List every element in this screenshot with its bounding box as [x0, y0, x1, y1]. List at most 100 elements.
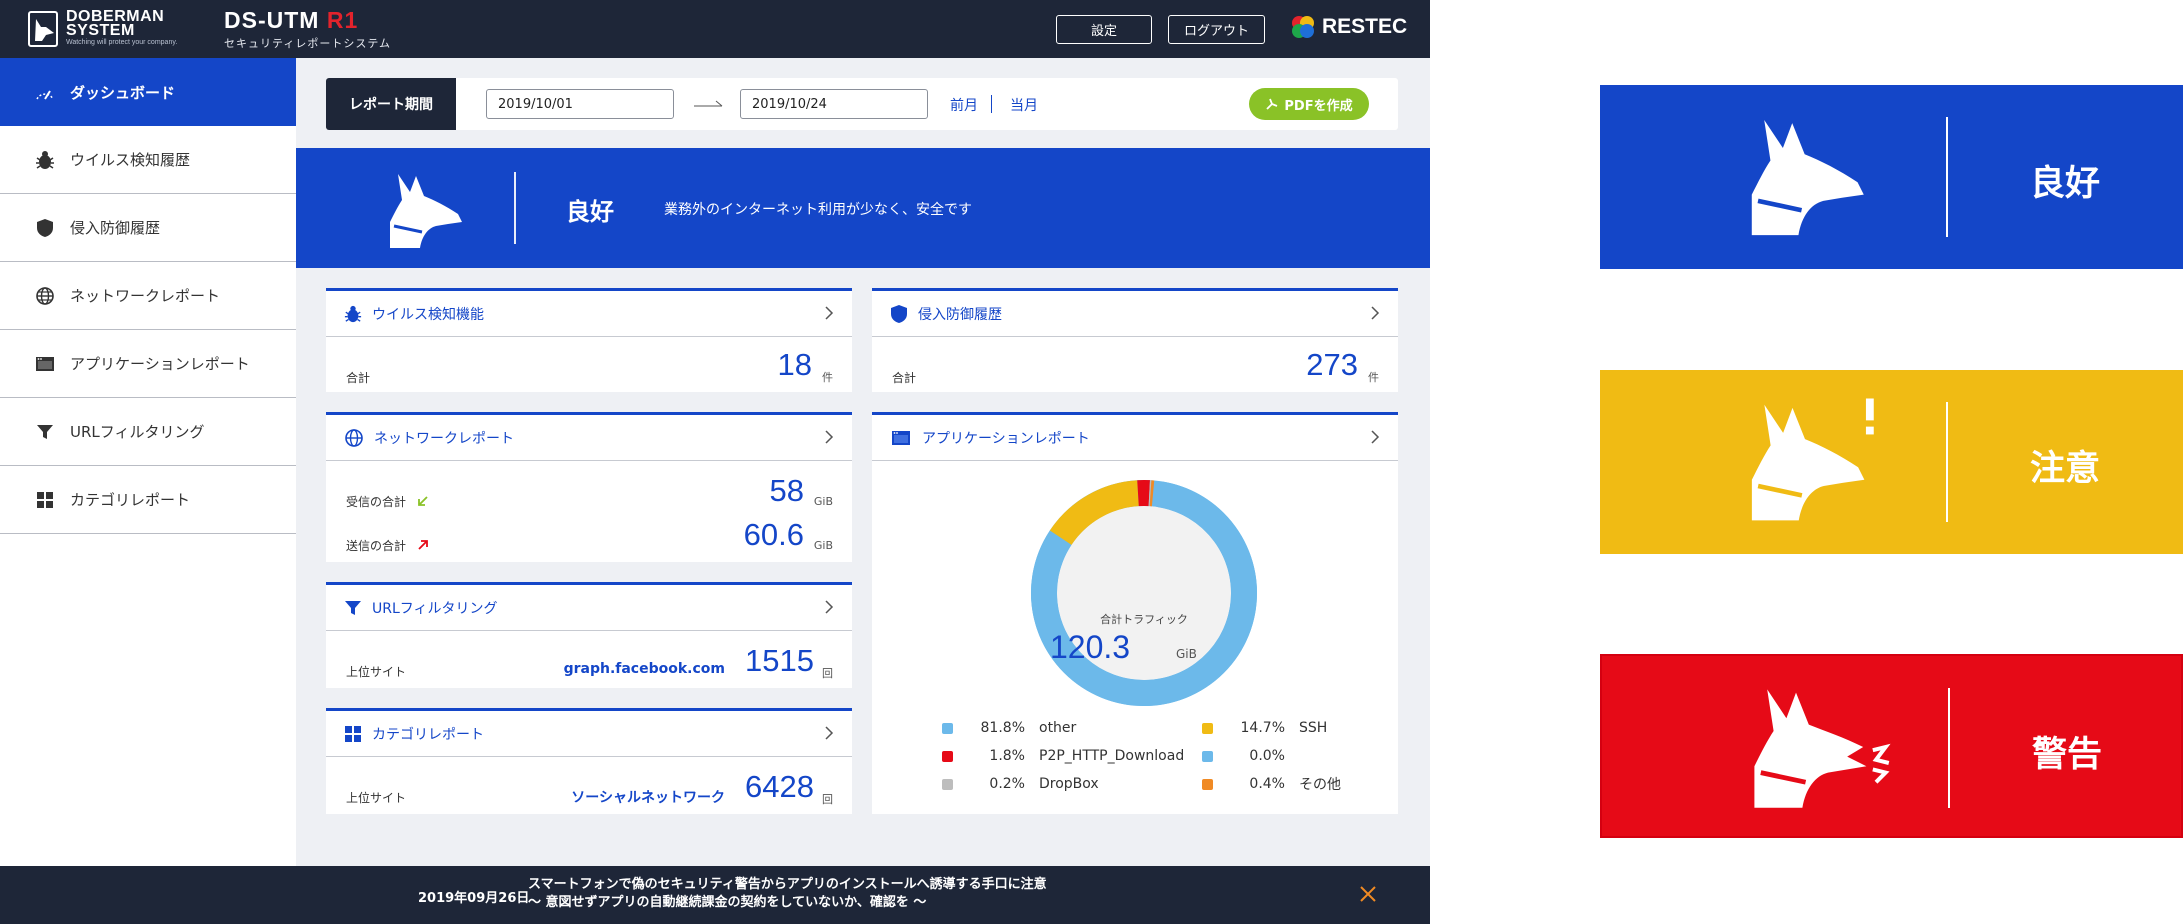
- sidebar-item-label: ネットワークレポート: [70, 287, 221, 305]
- window-icon: [892, 430, 910, 445]
- legend-item: 0.2% DropBox: [942, 774, 1099, 794]
- intrusion-card-header[interactable]: 侵入防御履歴: [872, 291, 1398, 337]
- banner-divider: [514, 172, 516, 244]
- send-total-unit: GiB: [813, 539, 833, 552]
- category-card-header[interactable]: カテゴリレポート: [326, 711, 852, 757]
- doberman-logo-icon: [28, 10, 58, 47]
- network-card-header[interactable]: ネットワークレポート: [326, 415, 852, 461]
- url-filtering-card-header[interactable]: URLフィルタリング: [326, 585, 852, 631]
- prev-month-link[interactable]: 前月: [950, 95, 978, 115]
- dashboard-app: DOBERMAN SYSTEM Watching will protect yo…: [0, 0, 1430, 924]
- application-card[interactable]: アプリケーションレポート 合計トラフィック 120.3 GiB 81.8% oth…: [872, 412, 1398, 814]
- chevron-right-icon[interactable]: [1370, 305, 1380, 321]
- arrow-up-right-icon: [418, 540, 428, 550]
- url-top-site: graph.facebook.com: [563, 661, 725, 677]
- restec-logo: RESTEC: [1290, 14, 1407, 40]
- receive-total-unit: GiB: [813, 495, 833, 508]
- application-card-title: アプリケーションレポート: [922, 430, 1090, 447]
- top-header: DOBERMAN SYSTEM Watching will protect yo…: [0, 0, 1430, 58]
- donut-center-value: 120.3: [1050, 629, 1131, 665]
- news-message[interactable]: スマートフォンで偽のセキュリティ警告からアプリのインストールへ誘導する手口に注意…: [528, 876, 1047, 912]
- this-month-link[interactable]: 当月: [1010, 95, 1038, 115]
- globe-icon: [345, 428, 363, 447]
- period-to-input[interactable]: [740, 89, 928, 119]
- dashboard-icon: [34, 81, 56, 103]
- url-filtering-card[interactable]: URLフィルタリング 上位サイト graph.facebook.com 1515…: [326, 582, 852, 688]
- status-panel-warning: 警告: [1600, 654, 2183, 838]
- application-card-header[interactable]: アプリケーションレポート: [872, 415, 1398, 461]
- grid-icon: [345, 725, 361, 742]
- bug-icon: [344, 305, 362, 322]
- doberman-logo: DOBERMAN SYSTEM Watching will protect yo…: [28, 9, 177, 47]
- legend-percent: 0.4%: [1249, 776, 1285, 792]
- virus-card[interactable]: ウイルス検知機能 合計 18 件: [326, 288, 852, 392]
- sidebar-item-virus[interactable]: ウイルス検知履歴: [0, 126, 296, 194]
- close-icon[interactable]: [1359, 885, 1377, 903]
- url-count-unit: 回: [822, 667, 833, 680]
- period-from-input[interactable]: [486, 89, 674, 119]
- intrusion-card[interactable]: 侵入防御履歴 合計 273 件: [872, 288, 1398, 392]
- settings-button[interactable]: 設定: [1056, 15, 1152, 44]
- virus-card-header[interactable]: ウイルス検知機能: [326, 291, 852, 337]
- legend-name: その他: [1299, 777, 1341, 793]
- receive-total-label: 受信の合計: [346, 495, 407, 509]
- legend-item: 81.8% other: [942, 718, 1076, 738]
- sidebar-item-application[interactable]: アプリケーションレポート: [0, 330, 296, 398]
- restec-logo-icon: [1292, 16, 1314, 38]
- chevron-right-icon[interactable]: [824, 305, 834, 321]
- product-subtitle: セキュリティレポートシステム: [224, 37, 392, 50]
- virus-card-title: ウイルス検知機能: [372, 306, 484, 323]
- create-pdf-button[interactable]: PDFを作成: [1249, 88, 1369, 120]
- sidebar-item-network[interactable]: ネットワークレポート: [0, 262, 296, 330]
- chevron-right-icon[interactable]: [824, 429, 834, 445]
- legend-name: DropBox: [1039, 776, 1099, 792]
- arrow-down-left-icon: [418, 496, 428, 506]
- virus-total-unit: 件: [822, 371, 833, 384]
- status-panel-label: 警告: [2031, 735, 2102, 775]
- intrusion-card-title: 侵入防御履歴: [918, 306, 1002, 323]
- status-panel-label: 良好: [2029, 164, 2100, 204]
- legend-percent: 81.8%: [980, 720, 1025, 736]
- link-divider: [991, 95, 992, 113]
- doberman-warning-icon: [1754, 689, 1891, 808]
- intrusion-total-value: 273: [1306, 347, 1358, 382]
- legend-item: 14.7% SSH: [1202, 718, 1327, 738]
- category-top-site: ソーシャルネットワーク: [571, 790, 725, 806]
- sidebar-item-url-filtering[interactable]: URLフィルタリング: [0, 398, 296, 466]
- send-total-value: 60.6: [743, 517, 804, 552]
- sidebar: ダッシュボード ウイルス検知履歴 侵入防御履歴 ネットワークレポート アプリケー…: [0, 58, 296, 866]
- status-banner: 良好 業務外のインターネット利用が少なく、安全です: [296, 148, 1430, 268]
- category-count-unit: 回: [822, 793, 833, 806]
- sidebar-item-intrusion[interactable]: 侵入防御履歴: [0, 194, 296, 262]
- donut-center-label: 合計トラフィック: [1100, 613, 1188, 626]
- sidebar-item-label: URLフィルタリング: [70, 423, 205, 441]
- sidebar-item-category[interactable]: カテゴリレポート: [0, 466, 296, 534]
- sidebar-item-dashboard[interactable]: ダッシュボード: [0, 58, 296, 126]
- legend-name: SSH: [1299, 720, 1328, 736]
- status-message: 業務外のインターネット利用が少なく、安全です: [664, 202, 972, 218]
- sidebar-item-label: アプリケーションレポート: [70, 355, 250, 373]
- legend-swatch: [942, 778, 953, 790]
- logout-button[interactable]: ログアウト: [1168, 15, 1265, 44]
- panel-divider: [1946, 117, 1948, 237]
- chevron-right-icon[interactable]: [824, 725, 834, 741]
- legend-swatch: [942, 750, 953, 762]
- network-card[interactable]: ネットワークレポート 受信の合計 58 GiB 送信の合計 60.6 GiB: [326, 412, 852, 562]
- vendor-name: RESTEC: [1322, 15, 1408, 38]
- category-card-title: カテゴリレポート: [372, 726, 484, 743]
- chevron-right-icon[interactable]: [824, 599, 834, 615]
- filter-icon: [34, 421, 56, 443]
- chevron-right-icon[interactable]: [1370, 429, 1380, 445]
- sidebar-item-label: ウイルス検知履歴: [70, 151, 191, 169]
- legend-item: 1.8% P2P_HTTP_Download: [942, 746, 1184, 766]
- status-label: 良好: [566, 198, 614, 226]
- donut-center-unit: GiB: [1176, 647, 1197, 661]
- shield-icon: [34, 217, 56, 239]
- network-card-title: ネットワークレポート: [374, 430, 514, 447]
- legend-name: P2P_HTTP_Download: [1039, 748, 1185, 764]
- category-card[interactable]: カテゴリレポート 上位サイト ソーシャルネットワーク 6428 回: [326, 708, 852, 814]
- legend-item: 0.0%: [1202, 746, 1299, 766]
- virus-total-value: 18: [777, 347, 812, 382]
- panel-divider: [1946, 402, 1948, 522]
- shield-icon: [891, 304, 907, 323]
